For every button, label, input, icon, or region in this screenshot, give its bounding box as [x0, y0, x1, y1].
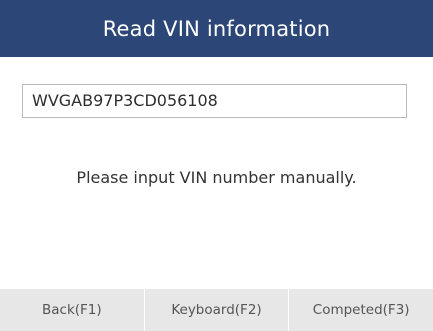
- page-title: Read VIN information: [0, 0, 433, 57]
- keyboard-button[interactable]: Keyboard(F2): [144, 289, 290, 331]
- main-content: WVGAB97P3CD056108 Please input VIN numbe…: [0, 57, 433, 289]
- back-button[interactable]: Back(F1): [0, 289, 145, 331]
- vin-screen: Read VIN information WVGAB97P3CD056108 P…: [0, 0, 433, 331]
- function-key-bar: Back(F1) Keyboard(F2) Competed(F3): [0, 289, 433, 331]
- completed-button[interactable]: Competed(F3): [289, 289, 433, 331]
- vin-input-field[interactable]: WVGAB97P3CD056108: [22, 84, 407, 118]
- instruction-text: Please input VIN number manually.: [76, 168, 357, 187]
